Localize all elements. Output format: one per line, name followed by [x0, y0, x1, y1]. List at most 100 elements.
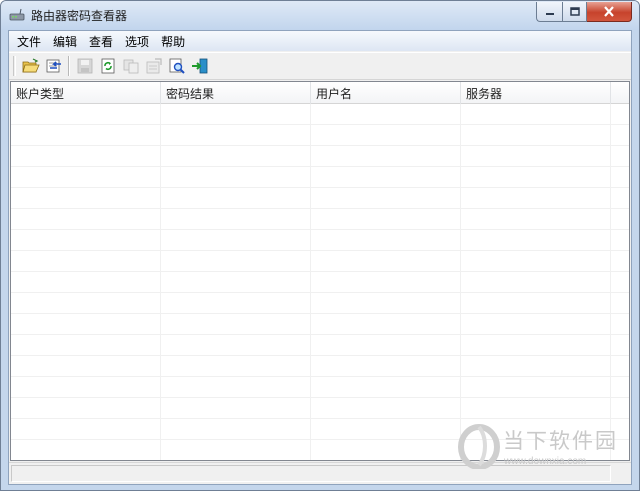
table-cell: [311, 251, 461, 271]
window-title: 路由器密码查看器: [31, 9, 128, 23]
table-row: [11, 251, 629, 272]
table-cell: [461, 272, 611, 292]
table-cell: [11, 146, 161, 166]
table-cell: [311, 314, 461, 334]
table-cell: [161, 230, 311, 250]
maximize-icon: [569, 7, 580, 16]
table-cell: [611, 230, 629, 250]
table-row: [11, 272, 629, 293]
properties-icon: [146, 58, 162, 74]
status-bar: [9, 462, 631, 484]
table-cell: [611, 314, 629, 334]
refresh-icon: [101, 58, 114, 74]
menu-bar: 文件 编辑 查看 选项 帮助: [9, 31, 631, 51]
table-cell: [311, 146, 461, 166]
minimize-button[interactable]: [536, 2, 562, 22]
table-cell: [311, 188, 461, 208]
table-cell: [611, 104, 629, 124]
maximize-button[interactable]: [562, 2, 587, 22]
table-row: [11, 125, 629, 146]
column-header-filler: [611, 82, 629, 104]
table-cell: [161, 293, 311, 313]
app-icon: [9, 8, 25, 21]
column-header-password-result[interactable]: 密码结果: [161, 82, 311, 104]
table-cell: [461, 146, 611, 166]
caption-buttons: [536, 2, 632, 22]
save-button[interactable]: [73, 55, 96, 77]
table-cell: [11, 125, 161, 145]
table-cell: [11, 293, 161, 313]
menu-options[interactable]: 选项: [119, 32, 155, 51]
table-cell: [311, 104, 461, 124]
table-row: [11, 377, 629, 398]
table-cell: [311, 230, 461, 250]
table-cell: [11, 314, 161, 334]
table-cell: [611, 419, 629, 439]
table-header: 账户类型 密码结果 用户名 服务器: [11, 82, 629, 104]
table-cell: [161, 398, 311, 418]
table-cell: [611, 377, 629, 397]
table-cell: [161, 440, 311, 460]
table-cell: [311, 272, 461, 292]
table-cell: [611, 335, 629, 355]
exit-button[interactable]: [188, 55, 211, 77]
table-row: [11, 293, 629, 314]
menu-help[interactable]: 帮助: [155, 32, 191, 51]
table-row: [11, 209, 629, 230]
table-cell: [11, 104, 161, 124]
table-body: [11, 104, 629, 460]
open-folder-icon: [21, 58, 40, 73]
results-table[interactable]: 账户类型 密码结果 用户名 服务器: [10, 81, 630, 461]
table-cell: [161, 188, 311, 208]
find-button[interactable]: [165, 55, 188, 77]
menu-edit[interactable]: 编辑: [47, 32, 83, 51]
properties-button[interactable]: [142, 55, 165, 77]
table-cell: [461, 167, 611, 187]
toolbar-separator: [68, 56, 70, 76]
column-header-username[interactable]: 用户名: [311, 82, 461, 104]
table-cell: [161, 314, 311, 334]
table-cell: [11, 251, 161, 271]
table-cell: [161, 146, 311, 166]
menu-view[interactable]: 查看: [83, 32, 119, 51]
table-cell: [161, 356, 311, 376]
table-cell: [461, 230, 611, 250]
table-cell: [611, 440, 629, 460]
app-window: 路由器密码查看器 文件 编辑 查看 选项 帮助 账户类型 密码结果 用户名 服务…: [0, 0, 640, 491]
table-cell: [11, 272, 161, 292]
table-cell: [11, 377, 161, 397]
table-cell: [611, 272, 629, 292]
exit-icon: [191, 58, 207, 74]
table-cell: [461, 314, 611, 334]
table-row: [11, 188, 629, 209]
save-icon: [77, 58, 92, 74]
table-cell: [461, 251, 611, 271]
table-cell: [161, 167, 311, 187]
table-cell: [311, 167, 461, 187]
refresh-button[interactable]: [96, 55, 119, 77]
table-row: [11, 335, 629, 356]
table-cell: [311, 419, 461, 439]
open-button[interactable]: [19, 55, 42, 77]
close-icon: [604, 6, 614, 17]
table-row: [11, 419, 629, 440]
close-button[interactable]: [587, 2, 632, 22]
column-header-account-type[interactable]: 账户类型: [11, 82, 161, 104]
copy-button[interactable]: [119, 55, 142, 77]
column-header-server[interactable]: 服务器: [461, 82, 611, 104]
table-cell: [461, 419, 611, 439]
table-cell: [311, 335, 461, 355]
table-cell: [611, 188, 629, 208]
table-cell: [611, 167, 629, 187]
table-cell: [161, 377, 311, 397]
toolbar-grip[interactable]: [13, 56, 16, 76]
toolbar: [9, 52, 631, 80]
table-cell: [311, 209, 461, 229]
title-bar[interactable]: 路由器密码查看器: [1, 1, 639, 30]
table-cell: [461, 104, 611, 124]
menu-file[interactable]: 文件: [11, 32, 47, 51]
table-cell: [461, 209, 611, 229]
import-button[interactable]: [42, 55, 65, 77]
table-cell: [11, 335, 161, 355]
table-cell: [311, 398, 461, 418]
